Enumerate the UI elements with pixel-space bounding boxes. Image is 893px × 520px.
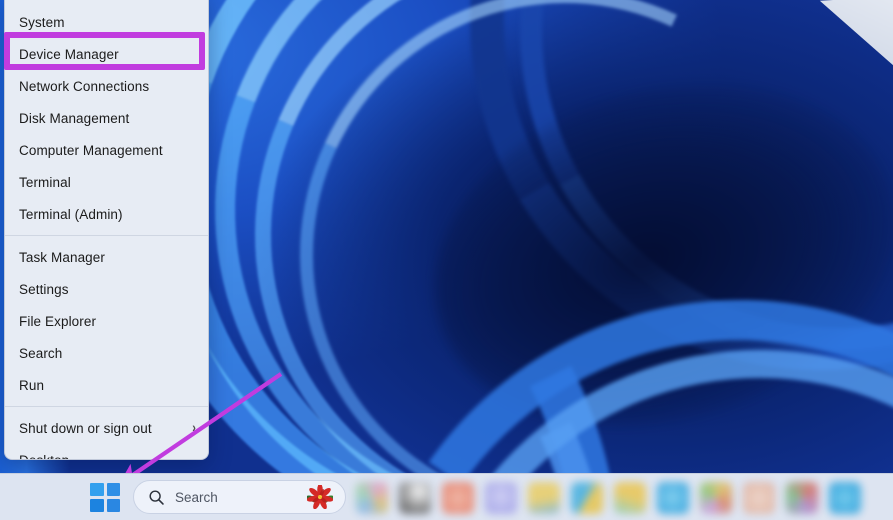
winx-menu-group-system: System Device Manager Network Connection…: [5, 0, 208, 230]
menu-item-label: System: [19, 15, 65, 30]
winx-context-menu: System Device Manager Network Connection…: [4, 0, 209, 460]
menu-separator: [5, 235, 208, 236]
taskbar-search-box[interactable]: Search: [133, 480, 346, 514]
search-placeholder-text: Search: [175, 490, 307, 505]
taskbar-app-7[interactable]: [614, 482, 646, 514]
taskbar-app-5[interactable]: [528, 482, 560, 514]
taskbar-app-6[interactable]: [571, 482, 603, 514]
menu-item-label: Run: [19, 378, 44, 393]
menu-item-network-connections[interactable]: Network Connections: [5, 70, 208, 102]
menu-item-shut-down-or-sign-out[interactable]: Shut down or sign out ›: [5, 412, 208, 444]
poinsettia-flower-icon[interactable]: [307, 485, 333, 509]
taskbar-app-3[interactable]: [442, 482, 474, 514]
search-icon: [148, 489, 165, 506]
start-tile-2: [107, 483, 121, 496]
menu-item-label: Desktop: [19, 453, 69, 461]
taskbar-app-10[interactable]: [743, 482, 775, 514]
menu-item-settings[interactable]: Settings: [5, 273, 208, 305]
menu-item-label: Network Connections: [19, 79, 149, 94]
menu-item-computer-management[interactable]: Computer Management: [5, 134, 208, 166]
menu-item-device-manager[interactable]: Device Manager: [5, 38, 208, 70]
taskbar-app-9[interactable]: [700, 482, 732, 514]
taskbar-app-2[interactable]: [399, 482, 431, 514]
menu-separator: [5, 406, 208, 407]
menu-item-file-explorer[interactable]: File Explorer: [5, 305, 208, 337]
menu-item-search[interactable]: Search: [5, 337, 208, 369]
menu-item-label: Computer Management: [19, 143, 163, 158]
menu-item-label: Device Manager: [19, 47, 119, 62]
taskbar-app-8[interactable]: [657, 482, 689, 514]
menu-item-label: Terminal: [19, 175, 71, 190]
menu-item-label: Search: [19, 346, 62, 361]
taskbar-app-list: [356, 478, 861, 518]
taskbar-app-12[interactable]: [829, 482, 861, 514]
taskbar-app-1[interactable]: [356, 482, 388, 514]
menu-item-label: Shut down or sign out: [19, 421, 152, 436]
menu-item-terminal[interactable]: Terminal: [5, 166, 208, 198]
taskbar: Search: [0, 473, 893, 520]
menu-item-label: Disk Management: [19, 111, 129, 126]
start-tile-1: [90, 483, 104, 496]
menu-item-label: File Explorer: [19, 314, 96, 329]
chevron-right-icon: ›: [192, 421, 196, 436]
taskbar-app-11[interactable]: [786, 482, 818, 514]
menu-item-desktop[interactable]: Desktop: [5, 444, 208, 460]
windows-logo-icon[interactable]: [90, 483, 120, 512]
start-tile-3: [90, 499, 104, 512]
menu-item-run[interactable]: Run: [5, 369, 208, 401]
winx-menu-group-tools: Task Manager Settings File Explorer Sear…: [5, 241, 208, 401]
menu-item-label: Task Manager: [19, 250, 105, 265]
menu-item-disk-management[interactable]: Disk Management: [5, 102, 208, 134]
winx-menu-group-session: Shut down or sign out › Desktop: [5, 412, 208, 460]
menu-item-terminal-admin[interactable]: Terminal (Admin): [5, 198, 208, 230]
menu-item-system[interactable]: System: [5, 6, 208, 38]
start-tile-4: [107, 499, 121, 512]
menu-item-task-manager[interactable]: Task Manager: [5, 241, 208, 273]
desktop-screen: System Device Manager Network Connection…: [0, 0, 893, 520]
menu-item-label: Settings: [19, 282, 69, 297]
menu-item-label: Terminal (Admin): [19, 207, 123, 222]
taskbar-app-4[interactable]: [485, 482, 517, 514]
